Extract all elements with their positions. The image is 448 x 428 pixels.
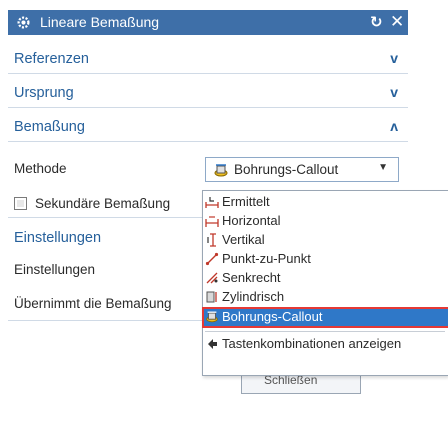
dropdown-item-label: Tastenkombinationen anzeigen	[222, 336, 402, 351]
vertical-dimension-icon	[207, 233, 216, 247]
dropdown-item-label: Punkt-zu-Punkt	[222, 251, 311, 266]
dropdown-item-label: Zylindrisch	[222, 289, 285, 304]
dropdown-item-label: Ermittelt	[222, 194, 270, 209]
section-referenzen[interactable]: Referenzen v	[8, 46, 408, 74]
dialog-titlebar: Lineare Bemaßung ↻ ✕	[8, 10, 408, 35]
reset-icon[interactable]: ↻	[370, 13, 383, 31]
dropdown-item-horizontal[interactable]: Horizontal	[203, 212, 448, 231]
dropdown-separator	[205, 331, 445, 332]
chevron-down-icon[interactable]: v	[390, 50, 398, 66]
inferred-dimension-icon	[205, 197, 219, 208]
methode-label: Methode	[14, 161, 67, 176]
close-icon[interactable]: ✕	[390, 12, 404, 32]
dropdown-item-senkrecht[interactable]: Senkrecht	[203, 269, 448, 288]
dropdown-item-label: Horizontal	[222, 213, 281, 228]
point-to-point-icon	[205, 252, 219, 266]
horizontal-dimension-icon	[205, 216, 219, 227]
perpendicular-icon	[206, 272, 218, 284]
section-bemassung[interactable]: Bemaßung ʌ	[8, 114, 408, 142]
methode-dropdown-list: Ermittelt Horizontal Vertikal Punkt-zu-P…	[202, 190, 448, 376]
close-button[interactable]: Schließen	[241, 373, 361, 394]
sekundaer-checkbox[interactable]	[14, 197, 27, 210]
dialog-title: Lineare Bemaßung	[40, 14, 160, 30]
methode-combobox[interactable]: Bohrungs-Callout ▼	[205, 157, 399, 182]
dropdown-item-label: Bohrungs-Callout	[222, 309, 323, 324]
inherit-label: Übernimmt die Bemaßung	[14, 296, 172, 311]
sekundaer-label: Sekundäre Bemaßung	[35, 196, 171, 211]
dropdown-item-label: Vertikal	[222, 232, 265, 247]
dropdown-item-punkt-zu-punkt[interactable]: Punkt-zu-Punkt	[203, 250, 448, 269]
shortcuts-icon	[208, 339, 217, 349]
chevron-down-icon[interactable]: v	[390, 84, 398, 100]
hole-callout-icon	[214, 164, 228, 177]
divider	[8, 320, 202, 321]
section-ursprung-label: Ursprung	[14, 85, 74, 101]
einstellungen-label: Einstellungen	[14, 262, 96, 277]
dropdown-item-bohrungs-callout[interactable]: Bohrungs-Callout	[202, 307, 448, 328]
einstellungen-header[interactable]: Einstellungen	[14, 230, 101, 246]
divider	[8, 217, 202, 218]
dropdown-item-vertikal[interactable]: Vertikal	[203, 231, 448, 250]
section-referenzen-label: Referenzen	[14, 51, 89, 67]
section-bemassung-label: Bemaßung	[14, 119, 85, 135]
section-ursprung[interactable]: Ursprung v	[8, 80, 408, 108]
dropdown-item-ermittelt[interactable]: Ermittelt	[203, 193, 448, 212]
hole-callout-icon	[206, 311, 218, 323]
dropdown-item-tastenkombinationen[interactable]: Tastenkombinationen anzeigen	[203, 335, 448, 354]
methode-value: Bohrungs-Callout	[234, 162, 339, 177]
dropdown-item-zylindrisch[interactable]: Zylindrisch	[203, 288, 448, 307]
dropdown-item-label: Senkrecht	[222, 270, 281, 285]
chevron-up-icon[interactable]: ʌ	[390, 118, 398, 134]
gear-icon[interactable]	[16, 15, 31, 30]
chevron-down-icon[interactable]: ▼	[378, 162, 388, 173]
cylindrical-icon	[206, 291, 217, 303]
